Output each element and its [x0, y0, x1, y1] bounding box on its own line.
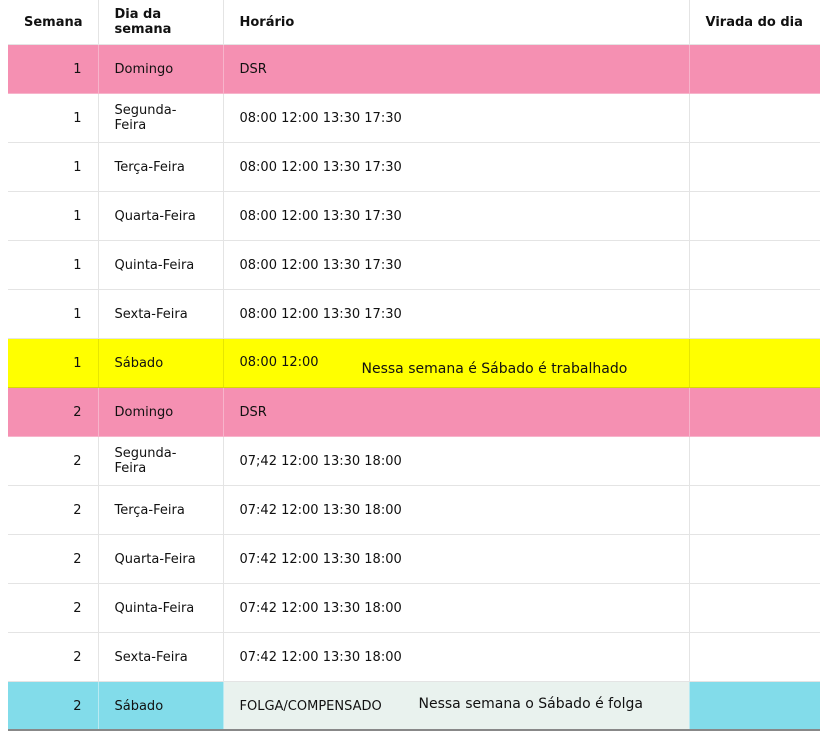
cell-virada: [689, 191, 820, 241]
table-row: 1 Domingo DSR: [8, 44, 820, 94]
cell-semana: 1: [8, 44, 99, 94]
cell-dia: Terça-Feira: [98, 142, 224, 192]
table-row: 1 Segunda-Feira 08:00 12:00 13:30 17:30: [8, 93, 820, 143]
cell-horario: DSR: [223, 387, 690, 437]
cell-virada: [689, 387, 820, 437]
cell-dia: Sexta-Feira: [98, 289, 224, 339]
table-row: 1 Terça-Feira 08:00 12:00 13:30 17:30: [8, 142, 820, 192]
cell-dia: Sábado: [98, 338, 224, 388]
cell-horario: 07:42 12:00 13:30 18:00: [223, 485, 690, 535]
table-row: 2 Terça-Feira 07:42 12:00 13:30 18:00: [8, 485, 820, 535]
cell-virada: [689, 44, 820, 94]
cell-horario: 08:00 12:00 13:30 17:30: [223, 289, 690, 339]
cell-semana: 2: [8, 583, 99, 633]
cell-semana: 2: [8, 387, 99, 437]
cell-virada: [689, 681, 820, 731]
cell-semana: 2: [8, 632, 99, 682]
cell-semana: 2: [8, 534, 99, 584]
cell-virada: [689, 534, 820, 584]
header-virada: Virada do dia: [689, 0, 820, 45]
saturday-worked-note: Nessa semana é Sábado é trabalhado: [361, 361, 628, 377]
cell-virada: [689, 436, 820, 486]
table-row: 1 Sábado 08:00 12:00 Nessa semana é Sába…: [8, 338, 820, 388]
cell-dia: Domingo: [98, 387, 224, 437]
table-row: 2 Quarta-Feira 07:42 12:00 13:30 18:00: [8, 534, 820, 584]
cell-dia: Sexta-Feira: [98, 632, 224, 682]
cell-horario: 07:42 12:00 13:30 18:00: [223, 632, 690, 682]
header-row: Semana Dia da semana Horário Virada do d…: [8, 0, 820, 45]
cell-horario: DSR: [223, 44, 690, 94]
cell-virada: [689, 632, 820, 682]
cell-semana: 1: [8, 191, 99, 241]
table-row: 1 Quinta-Feira 08:00 12:00 13:30 17:30: [8, 240, 820, 290]
table-row: 2 Segunda-Feira 07;42 12:00 13:30 18:00: [8, 436, 820, 486]
cell-dia: Segunda-Feira: [98, 436, 224, 486]
cell-virada: [689, 142, 820, 192]
header-dia: Dia da semana: [98, 0, 224, 45]
cell-dia: Domingo: [98, 44, 224, 94]
cell-horario: 08:00 12:00 13:30 17:30: [223, 142, 690, 192]
cell-dia: Sábado: [98, 681, 224, 731]
cell-horario: 07:42 12:00 13:30 18:00: [223, 583, 690, 633]
header-horario: Horário: [223, 0, 690, 45]
cell-dia: Quarta-Feira: [98, 534, 224, 584]
horario-value: 08:00 12:00: [239, 355, 319, 370]
cell-horario: 07:42 12:00 13:30 18:00: [223, 534, 690, 584]
cell-semana: 1: [8, 93, 99, 143]
cell-dia: Segunda-Feira: [98, 93, 224, 143]
table-row: 2 Sábado FOLGA/COMPENSADO Nessa semana o…: [8, 681, 820, 731]
cell-virada: [689, 485, 820, 535]
table-row: 1 Sexta-Feira 08:00 12:00 13:30 17:30: [8, 289, 820, 339]
cell-horario: FOLGA/COMPENSADO Nessa semana o Sábado é…: [223, 681, 690, 731]
header-semana: Semana: [8, 0, 99, 45]
table-row: 2 Quinta-Feira 07:42 12:00 13:30 18:00: [8, 583, 820, 633]
cell-semana: 1: [8, 338, 99, 388]
schedule-table: Semana Dia da semana Horário Virada do d…: [8, 0, 820, 731]
cell-semana: 2: [8, 485, 99, 535]
cell-dia: Quinta-Feira: [98, 240, 224, 290]
cell-virada: [689, 93, 820, 143]
table-row: 2 Domingo DSR: [8, 387, 820, 437]
cell-virada: [689, 289, 820, 339]
cell-semana: 2: [8, 681, 99, 731]
table-row: 1 Quarta-Feira 08:00 12:00 13:30 17:30: [8, 191, 820, 241]
cell-dia: Quinta-Feira: [98, 583, 224, 633]
cell-horario: 08:00 12:00 13:30 17:30: [223, 93, 690, 143]
cell-dia: Quarta-Feira: [98, 191, 224, 241]
cell-horario: 08:00 12:00 13:30 17:30: [223, 240, 690, 290]
cell-horario: 08:00 12:00 Nessa semana é Sábado é trab…: [223, 338, 690, 388]
horario-value: FOLGA/COMPENSADO: [239, 699, 382, 714]
cell-horario: 08:00 12:00 13:30 17:30: [223, 191, 690, 241]
cell-horario: 07;42 12:00 13:30 18:00: [223, 436, 690, 486]
cell-dia: Terça-Feira: [98, 485, 224, 535]
cell-semana: 2: [8, 436, 99, 486]
table-row: 2 Sexta-Feira 07:42 12:00 13:30 18:00: [8, 632, 820, 682]
cell-virada: [689, 338, 820, 388]
cell-virada: [689, 583, 820, 633]
cell-virada: [689, 240, 820, 290]
cell-semana: 1: [8, 289, 99, 339]
cell-semana: 1: [8, 240, 99, 290]
cell-semana: 1: [8, 142, 99, 192]
saturday-off-note: Nessa semana o Sábado é folga: [418, 696, 644, 712]
